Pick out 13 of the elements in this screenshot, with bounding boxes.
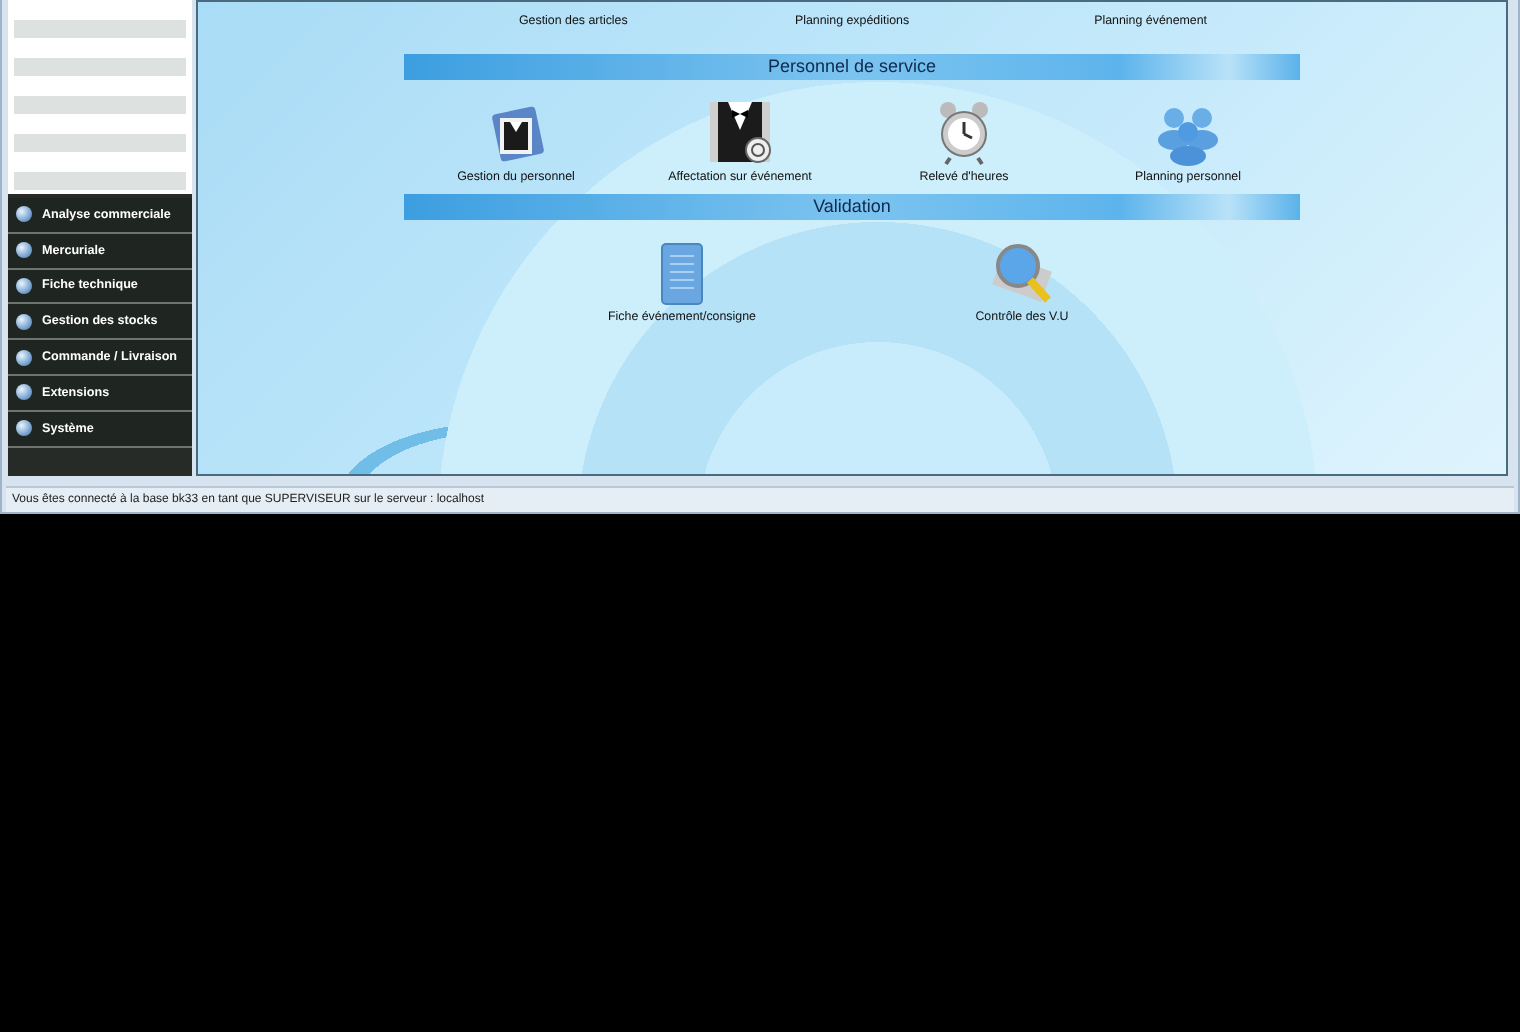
orb-icon bbox=[16, 277, 32, 294]
document-icon[interactable] bbox=[660, 238, 704, 306]
section-header: Validation bbox=[404, 194, 1300, 220]
orb-icon bbox=[16, 349, 32, 366]
section-header: Personnel de service bbox=[404, 54, 1300, 80]
tuxedo-icon[interactable] bbox=[706, 98, 774, 166]
magnifier-icon[interactable] bbox=[988, 238, 1056, 306]
alarm-clock-icon[interactable] bbox=[936, 98, 992, 166]
orb-icon bbox=[16, 206, 32, 223]
orb-icon bbox=[16, 242, 32, 259]
orb-icon bbox=[16, 313, 32, 330]
orb-icon bbox=[16, 384, 32, 401]
orb-icon bbox=[16, 420, 32, 437]
